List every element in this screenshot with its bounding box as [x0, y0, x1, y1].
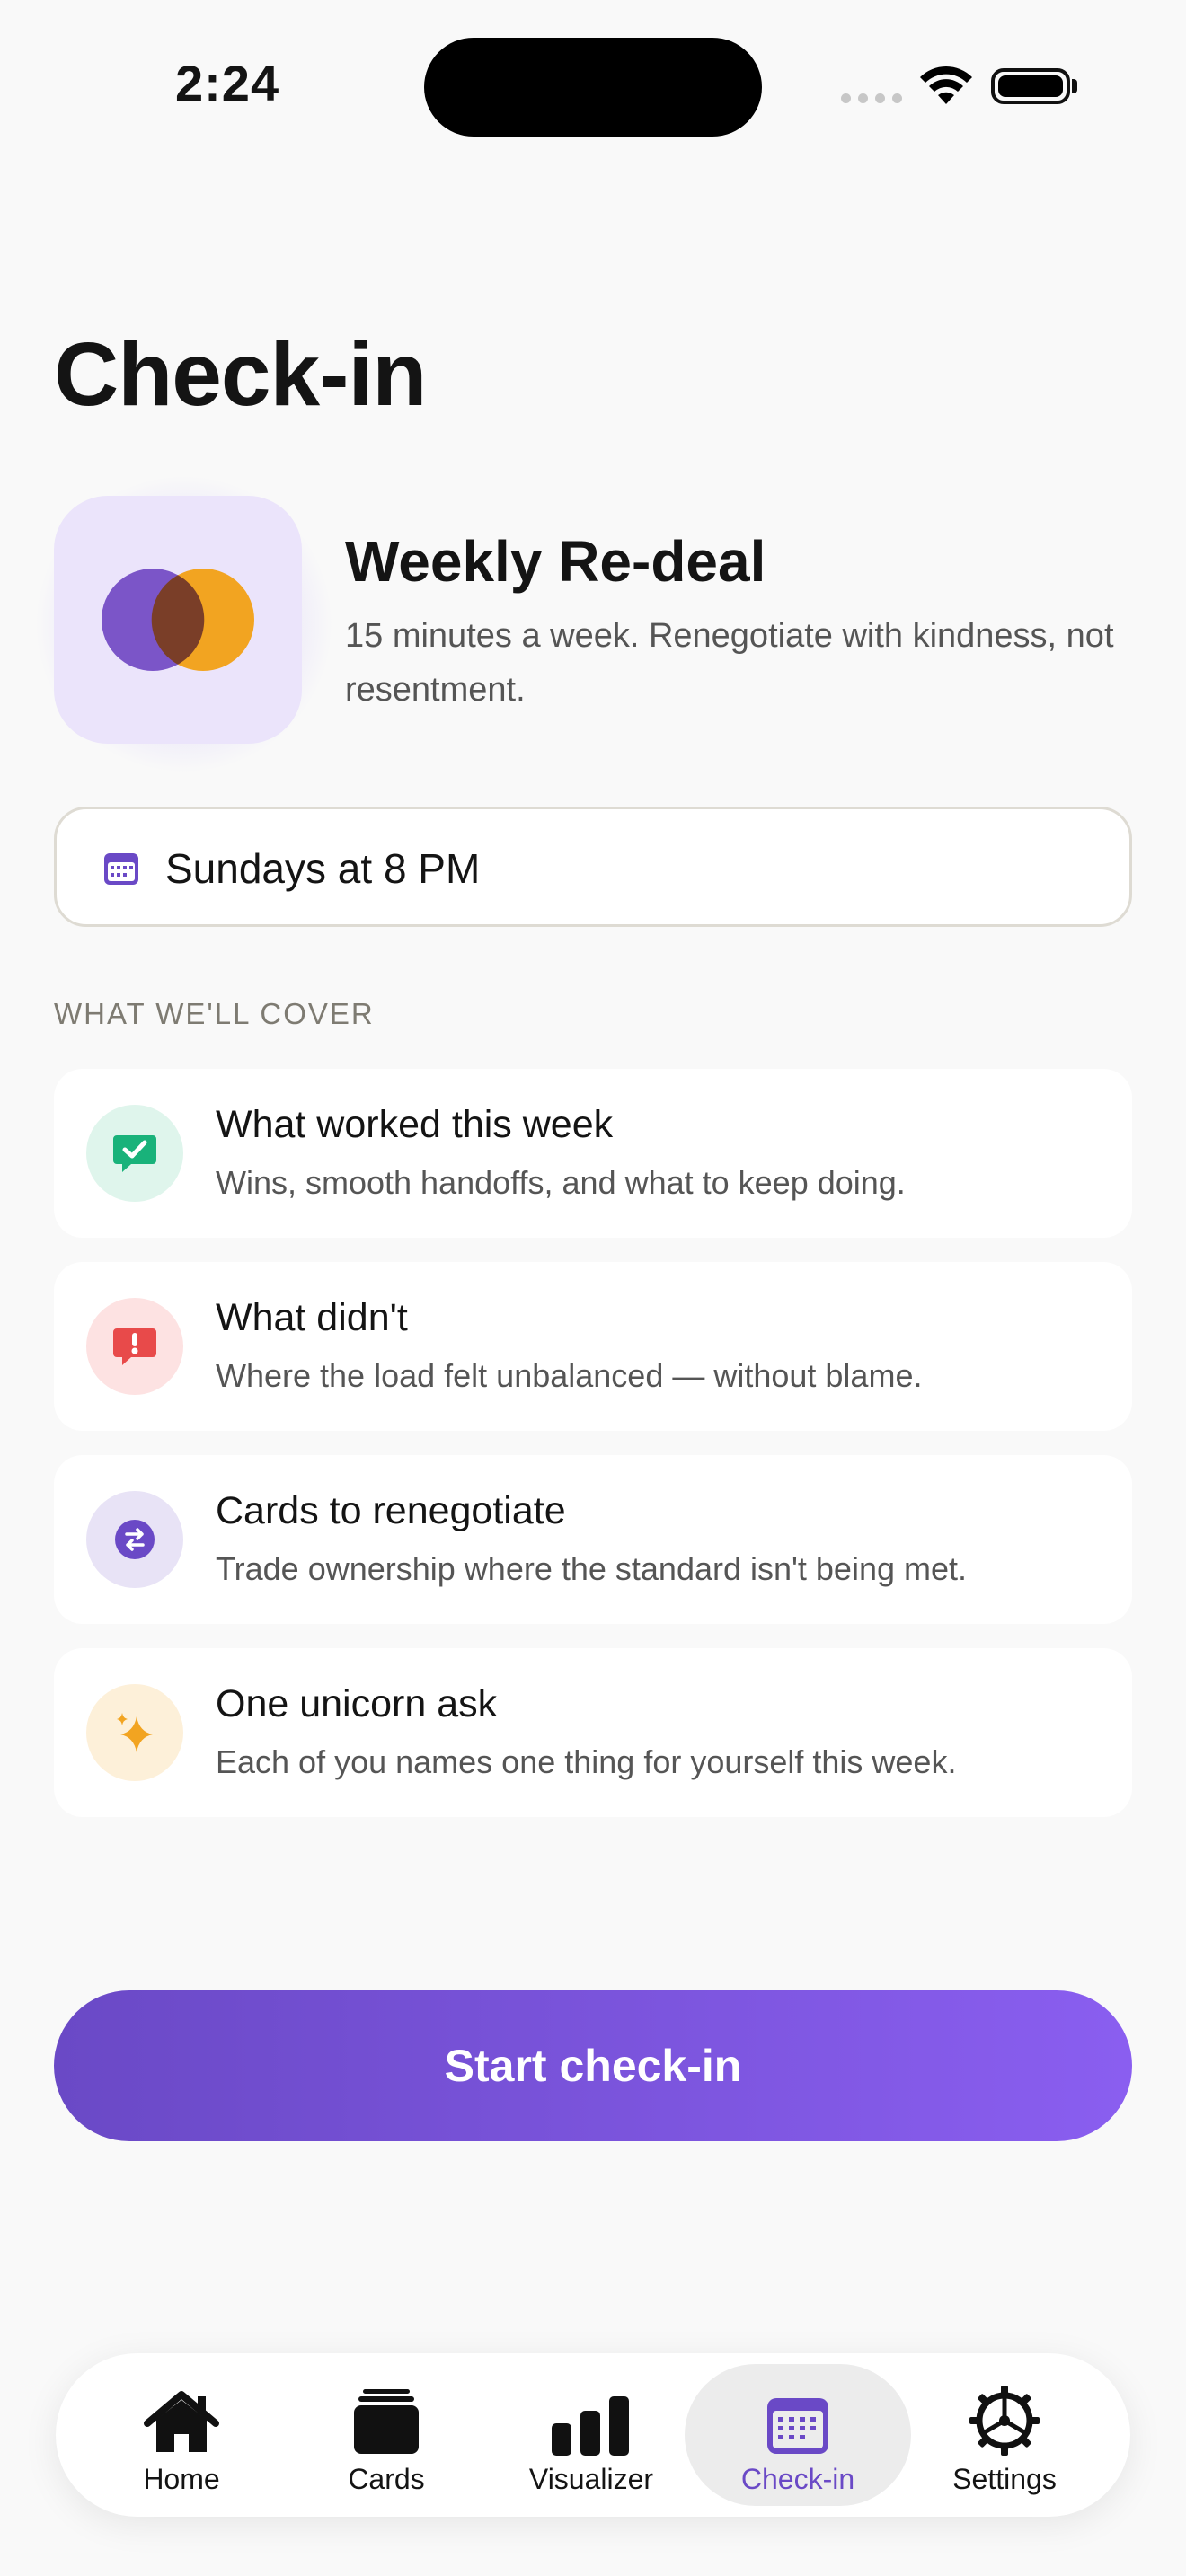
cellular-signal-icon	[841, 93, 904, 104]
calendar-icon	[104, 853, 138, 885]
battery-tip	[1072, 79, 1077, 93]
cover-item-title: Cards to renegotiate	[216, 1489, 566, 1532]
swap-icon	[86, 1491, 183, 1588]
cover-item-description: Trade ownership where the standard isn't…	[216, 1550, 967, 1587]
status-time: 2:24	[175, 55, 280, 111]
tab-label: Cards	[348, 2463, 425, 2495]
cards-icon	[352, 2380, 420, 2456]
cover-item-title: What worked this week	[216, 1103, 614, 1146]
cover-item-unicorn-ask	[54, 1648, 1132, 1817]
tab-settings[interactable]: Settings	[902, 2364, 1107, 2506]
cover-item-description: Each of you names one thing for yourself…	[216, 1743, 957, 1780]
cover-item-what-didnt	[54, 1262, 1132, 1431]
home-icon	[144, 2380, 219, 2456]
tab-label: Home	[143, 2463, 220, 2495]
tab-label: Settings	[952, 2463, 1057, 2495]
bar-chart-icon	[550, 2380, 633, 2456]
tab-check-in[interactable]: Check-in	[685, 2364, 911, 2506]
tab-home[interactable]: Home	[79, 2364, 284, 2506]
cover-item-title: One unicorn ask	[216, 1682, 498, 1725]
dynamic-island	[424, 38, 762, 137]
overlap-circles-icon	[102, 569, 254, 671]
page-title: Check-in	[54, 324, 427, 425]
start-check-in-button[interactable]: Start check-in	[54, 1990, 1132, 2141]
wifi-icon	[920, 66, 972, 104]
calendar-icon	[766, 2380, 830, 2456]
tab-cards[interactable]: Cards	[284, 2364, 489, 2506]
hero-title: Weekly Re-deal	[345, 529, 766, 594]
sparkle-icon	[86, 1684, 183, 1781]
tab-label: Check-in	[740, 2463, 855, 2495]
hero-subtitle: 15 minutes a week. Renegotiate with kind…	[345, 617, 1114, 709]
tab-visualizer[interactable]: Visualizer	[489, 2364, 694, 2506]
check-message-icon	[86, 1105, 183, 1202]
cover-item-renegotiate	[54, 1455, 1132, 1624]
section-label: WHAT WE'LL COVER	[54, 997, 375, 1030]
hero-logo-tile	[54, 496, 302, 744]
gear-icon	[969, 2380, 1040, 2456]
cover-item-description: Wins, smooth handoffs, and what to keep …	[216, 1164, 906, 1201]
schedule-label: Sundays at 8 PM	[165, 845, 481, 892]
cover-item-description: Where the load felt unbalanced — without…	[216, 1357, 923, 1394]
cover-item-title: What didn't	[216, 1296, 408, 1339]
battery-icon	[991, 68, 1070, 104]
tab-label: Visualizer	[528, 2463, 654, 2495]
cover-item-what-worked	[54, 1069, 1132, 1238]
alert-message-icon	[86, 1298, 183, 1395]
